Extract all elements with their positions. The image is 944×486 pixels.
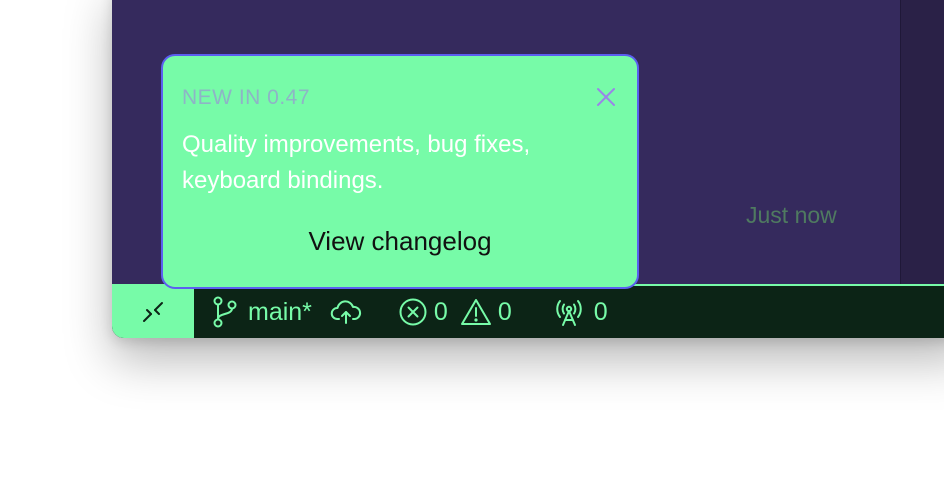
toast-title: NEW IN 0.47 [182, 86, 311, 109]
cloud-upload-icon [330, 300, 361, 324]
notification-timestamp: Just now [746, 202, 837, 228]
toast-message: Quality improvements, bug fixes, keyboar… [182, 131, 531, 194]
side-panel[interactable] [900, 0, 944, 284]
close-icon [597, 88, 615, 106]
status-bar: main* 0 0 0 [112, 284, 944, 338]
error-count: 0 [433, 297, 448, 326]
ports-indicator[interactable]: 0 [554, 286, 608, 338]
error-icon [399, 298, 427, 326]
warning-count: 0 [497, 297, 512, 326]
view-changelog-button[interactable]: View changelog [163, 226, 637, 257]
warning-icon [460, 299, 491, 325]
broadcast-antenna-icon [555, 300, 582, 326]
remote-connection-button[interactable] [112, 286, 194, 338]
branch-name: main* [248, 297, 312, 326]
problems-indicator[interactable]: 0 0 [398, 286, 512, 338]
ports-count: 0 [593, 297, 608, 326]
git-branch-icon [213, 296, 237, 328]
remote-connection-icon [143, 302, 163, 322]
notification-toast: NEW IN 0.47 Quality improvements, bug fi… [161, 54, 639, 289]
close-button[interactable] [595, 86, 617, 108]
sync-button[interactable] [330, 286, 362, 338]
branch-indicator[interactable]: main* [212, 286, 312, 338]
